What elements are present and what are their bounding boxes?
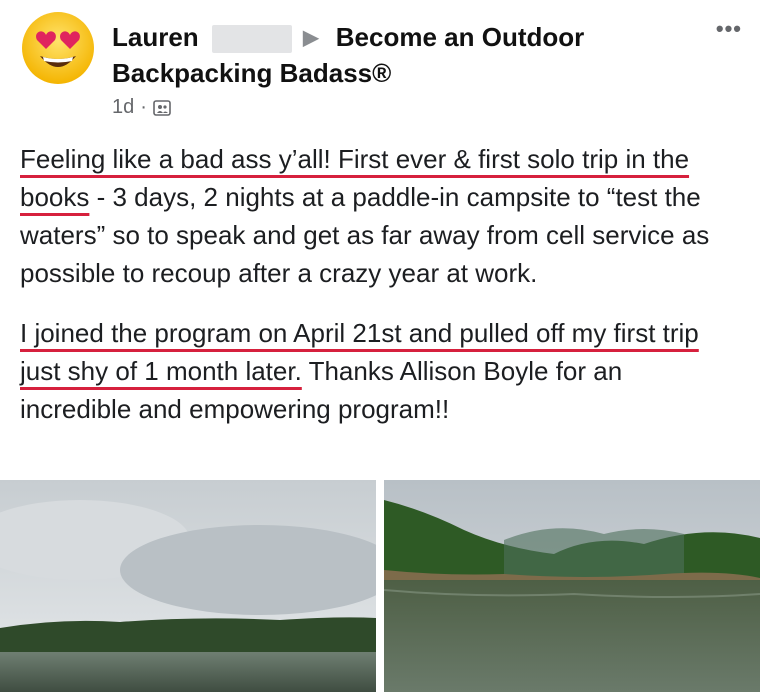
more-options-icon: ••• bbox=[715, 16, 742, 41]
meta-separator: · bbox=[140, 96, 147, 118]
post-paragraph-1: Feeling like a bad ass y’all! First ever… bbox=[20, 140, 740, 292]
paragraph-1-rest: - 3 days, 2 nights at a paddle-in campsi… bbox=[20, 182, 710, 288]
group-members-icon bbox=[153, 99, 171, 116]
post-header-title: Lauren ▶ Become an Outdoor bbox=[112, 20, 584, 55]
photo-lake-cloudy-sky[interactable] bbox=[0, 480, 376, 692]
post-meta: 1d · bbox=[112, 96, 171, 119]
redacted-surname bbox=[211, 25, 292, 54]
group-name-line1[interactable]: Become an Outdoor bbox=[336, 22, 584, 52]
lake-photo-2-image bbox=[384, 480, 760, 692]
photo-lake-mountains[interactable] bbox=[384, 480, 760, 692]
group-name-line2[interactable]: Backpacking Badass® bbox=[112, 56, 391, 90]
author-name[interactable]: Lauren bbox=[112, 22, 199, 52]
heart-eyes-emoji-icon bbox=[22, 12, 94, 84]
avatar[interactable] bbox=[20, 10, 96, 86]
photo-grid bbox=[0, 480, 760, 692]
lake-photo-1-image bbox=[0, 480, 376, 692]
post-paragraph-2: I joined the program on April 21st and p… bbox=[20, 314, 740, 428]
caret-right-icon: ▶ bbox=[303, 27, 319, 49]
post-body: Feeling like a bad ass y’all! First ever… bbox=[20, 140, 740, 450]
more-options-button[interactable]: ••• bbox=[716, 16, 742, 42]
post-timestamp[interactable]: 1d bbox=[112, 96, 134, 119]
